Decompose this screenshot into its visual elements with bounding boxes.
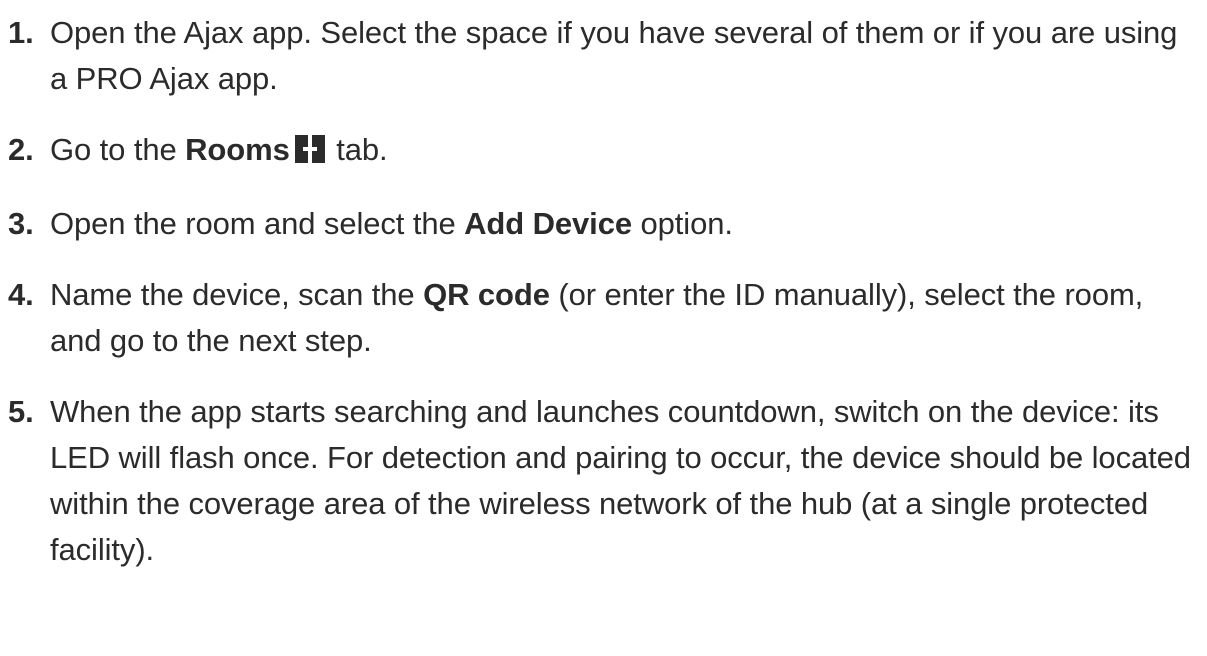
step-1: 1. Open the Ajax app. Select the space i… xyxy=(8,10,1198,102)
step-text: Open the room and select the Add Device … xyxy=(50,201,1198,247)
step-text-start: Name the device, scan the xyxy=(50,277,424,312)
step-text-start: Go to the xyxy=(50,132,186,167)
step-number: 4. xyxy=(8,277,34,312)
step-4: 4. Name the device, scan the QR code (or… xyxy=(8,272,1198,364)
step-text: When the app starts searching and launch… xyxy=(50,394,1191,567)
step-number: 2. xyxy=(8,132,34,167)
step-text: Name the device, scan the QR code (or en… xyxy=(50,272,1198,364)
instruction-steps: 1. Open the Ajax app. Select the space i… xyxy=(0,0,1198,573)
step-text: Open the Ajax app. Select the space if y… xyxy=(50,15,1178,96)
add-device-label: Add Device xyxy=(464,206,632,241)
step-2: 2. Go to the Rooms tab. xyxy=(8,127,1198,176)
step-number: 3. xyxy=(8,206,34,241)
step-number: 5. xyxy=(8,394,34,429)
step-number: 1. xyxy=(8,15,34,50)
step-5: 5. When the app starts searching and lau… xyxy=(8,389,1198,573)
rooms-label: Rooms xyxy=(185,132,290,167)
rooms-icon xyxy=(294,130,325,176)
step-text-end: tab. xyxy=(327,132,388,167)
step-text-start: Open the room and select the xyxy=(50,206,465,241)
step-text-end: option. xyxy=(631,206,733,241)
qr-code-label: QR code xyxy=(423,277,550,312)
step-3: 3. Open the room and select the Add Devi… xyxy=(8,201,1198,247)
step-text: Go to the Rooms tab. xyxy=(50,127,1198,176)
